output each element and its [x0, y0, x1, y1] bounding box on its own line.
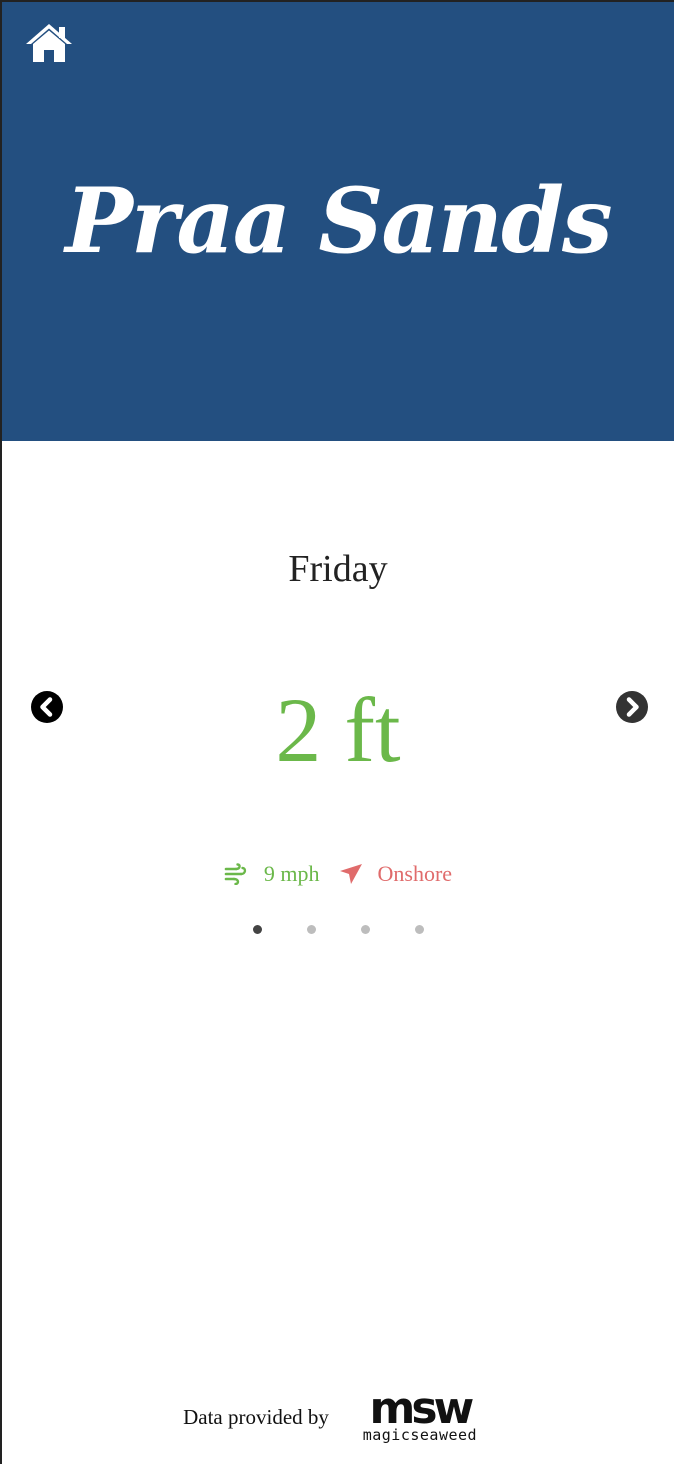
magicseaweed-logo[interactable]: msw magicseaweed — [347, 1384, 493, 1446]
header-banner: Praa Sands — [2, 2, 674, 441]
next-day-button[interactable] — [616, 691, 648, 723]
pagination-dots — [2, 922, 674, 936]
conditions-row: 9 mph Onshore — [2, 857, 674, 891]
data-credit-text: Data provided by — [183, 1404, 329, 1429]
chevron-right-circle-icon — [616, 691, 648, 723]
pagination-dot[interactable] — [306, 924, 316, 934]
wind-direction: Onshore — [338, 861, 453, 887]
pagination-dot[interactable] — [252, 924, 262, 934]
pagination-dot[interactable] — [414, 924, 424, 934]
wind-icon — [224, 863, 247, 885]
wind-speed: 9 mph — [224, 861, 320, 887]
pagination-dot[interactable] — [360, 924, 370, 934]
beach-title: Praa Sands — [65, 168, 612, 274]
forecast-day: Friday — [288, 548, 388, 590]
wind-speed-value: 9 mph — [263, 861, 320, 886]
footer: Data provided by msw magicseaweed — [2, 1384, 674, 1447]
arrow-direction-icon — [339, 864, 362, 884]
msw-logo-wordmark: magicseaweed — [362, 1426, 478, 1444]
app-frame: Praa Sands Friday 2 ft 9 mph Onshore Dat… — [0, 0, 674, 1464]
wave-height: 2 ft — [275, 679, 401, 781]
wind-direction-value: Onshore — [377, 861, 453, 886]
